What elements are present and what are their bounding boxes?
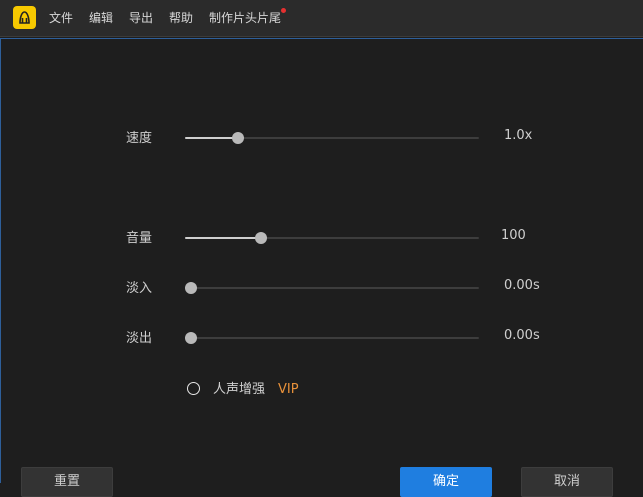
fade-in-slider-thumb[interactable] bbox=[185, 282, 197, 294]
volume-slider[interactable] bbox=[185, 232, 479, 244]
volume-label: 音量 bbox=[126, 231, 153, 246]
notification-dot bbox=[281, 8, 286, 13]
fade-in-slider[interactable] bbox=[185, 282, 479, 294]
reset-button[interactable]: 重置 bbox=[21, 467, 113, 497]
menu-file[interactable]: 文件 bbox=[49, 10, 73, 26]
audio-settings-panel bbox=[0, 38, 643, 483]
fade-in-value: 0.00s bbox=[504, 278, 540, 293]
fade-out-label: 淡出 bbox=[126, 331, 153, 346]
ok-button[interactable]: 确定 bbox=[400, 467, 492, 497]
menu-intro-outro[interactable]: 制作片头片尾 bbox=[209, 10, 281, 26]
menu-bar: 文件 编辑 导出 帮助 制作片头片尾 bbox=[0, 0, 643, 37]
fade-out-value: 0.00s bbox=[504, 328, 540, 343]
app-logo-icon[interactable] bbox=[13, 6, 36, 29]
voice-enhance-radio[interactable] bbox=[187, 382, 200, 395]
speed-slider-thumb[interactable] bbox=[231, 132, 244, 144]
cancel-button[interactable]: 取消 bbox=[521, 467, 613, 497]
fade-out-slider[interactable] bbox=[185, 332, 479, 344]
speed-label: 速度 bbox=[126, 131, 153, 146]
menu-edit[interactable]: 编辑 bbox=[89, 10, 113, 26]
vip-badge: VIP bbox=[278, 382, 299, 397]
speed-value: 1.0x bbox=[504, 128, 533, 143]
speed-slider[interactable] bbox=[185, 132, 479, 144]
fade-in-label: 淡入 bbox=[126, 281, 153, 296]
voice-enhance-label[interactable]: 人声增强 bbox=[213, 382, 265, 398]
speed-slider-fill bbox=[185, 137, 238, 139]
fade-out-slider-thumb[interactable] bbox=[185, 332, 197, 344]
menu-help[interactable]: 帮助 bbox=[169, 10, 193, 26]
volume-value: 100 bbox=[501, 228, 526, 243]
menu-export[interactable]: 导出 bbox=[129, 10, 153, 26]
volume-slider-fill bbox=[185, 237, 262, 239]
